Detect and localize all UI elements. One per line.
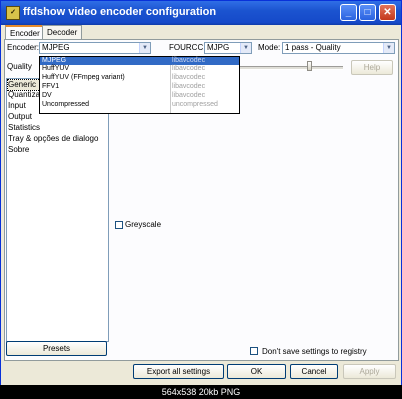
dropdown-option[interactable]: HuffYUV (FFmpeg variant) libavcodec [40,74,239,82]
ffdshow-icon: ✓ [6,6,20,20]
encoder-label: Encoder: [7,43,40,52]
settings-page-list[interactable]: Generic Quantization Input Output Statis… [6,78,109,342]
close-button[interactable]: ✕ [379,4,396,21]
quality-slider-track[interactable] [239,66,343,70]
dropdown-option[interactable]: DV libavcodec [40,92,239,100]
help-button[interactable]: Help [351,60,393,75]
mode-label: Mode: [258,43,281,52]
cancel-button[interactable]: Cancel [290,364,338,379]
quality-slider[interactable] [307,61,312,71]
encoder-select[interactable]: MJPEG ▼ [39,42,151,54]
list-item[interactable]: Output [8,112,32,122]
fourcc-value: MJPG [207,43,230,52]
dropdown-option[interactable]: HuffYUV libavcodec [40,65,239,73]
apply-button[interactable]: Apply [343,364,396,379]
window-title: ffdshow video encoder configuration [23,6,217,18]
list-item[interactable]: Sobre [8,145,29,155]
tab-encoder[interactable]: Encoder [5,25,45,40]
fourcc-select[interactable]: MJPG ▼ [204,42,252,54]
encoder-value: MJPEG [42,43,70,52]
dont-save-label: Don't save settings to registry [262,347,367,356]
list-item[interactable]: Statistics [8,123,40,133]
chevron-down-icon[interactable]: ▼ [139,43,150,53]
dropdown-option[interactable]: FFV1 libavcodec [40,83,239,91]
encoder-dropdown-list[interactable]: MJPEG libavcodec HuffYUV libavcodec HuffYU… [39,56,240,114]
ok-button[interactable]: OK [227,364,286,379]
greyscale-label: Greyscale [125,220,162,229]
chevron-down-icon[interactable]: ▼ [240,43,251,53]
tab-decoder[interactable]: Decoder [42,25,83,39]
minimize-button[interactable]: _ [340,4,357,21]
list-item[interactable]: Input [8,101,26,111]
quality-label: Quality [7,62,32,71]
greyscale-checkbox[interactable] [115,221,123,229]
presets-button[interactable]: Presets [6,341,107,356]
title-bar[interactable]: ✓ ffdshow video encoder configuration _ … [1,1,401,25]
fourcc-label: FOURCC: [169,43,206,52]
chevron-down-icon[interactable]: ▼ [383,43,394,53]
maximize-button[interactable]: □ [359,4,376,21]
dropdown-option[interactable]: MJPEG libavcodec [40,57,239,65]
image-info-bar: 564x538 20kb PNG [0,385,402,399]
mode-select[interactable]: 1 pass - Quality ▼ [282,42,395,54]
list-item[interactable]: Tray & opções de dialogo [8,134,98,144]
window: ✓ ffdshow video encoder configuration _ … [0,0,402,386]
dont-save-checkbox[interactable] [250,347,258,355]
dropdown-option[interactable]: Uncompressed uncompressed [40,101,239,109]
mode-value: 1 pass - Quality [285,43,341,52]
export-settings-button[interactable]: Export all settings [133,364,224,379]
